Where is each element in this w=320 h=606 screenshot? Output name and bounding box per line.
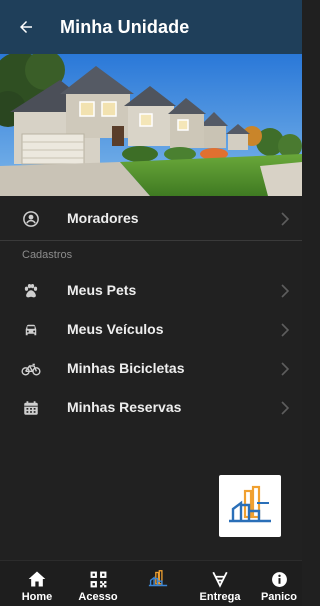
home-icon (27, 568, 47, 590)
menu-item-residents[interactable]: Moradores (0, 199, 302, 238)
menu-item-label: Minhas Reservas (67, 399, 182, 415)
menu-item-label: Minhas Bicicletas (67, 360, 185, 376)
menu-item-label: Moradores (67, 210, 139, 226)
divider (0, 240, 302, 241)
nav-access[interactable]: Acesso (73, 561, 123, 606)
app-logo[interactable] (219, 475, 281, 537)
chevron-right-icon (281, 323, 290, 337)
chevron-right-icon (281, 401, 290, 415)
nav-label: Panico (260, 591, 298, 603)
section-title: Cadastros (22, 249, 73, 261)
delivery-icon (211, 568, 229, 590)
nav-label: Home (21, 591, 53, 603)
building-logo-icon (148, 568, 168, 590)
nav-delivery[interactable]: Entrega (192, 561, 248, 606)
app-bar: Minha Unidade (0, 0, 302, 54)
nav-center-logo[interactable] (140, 561, 176, 606)
calendar-icon (20, 397, 42, 419)
page-title: Minha Unidade (60, 16, 190, 37)
qr-code-icon (89, 568, 108, 590)
menu-item-label: Meus Pets (67, 282, 137, 298)
back-button[interactable] (0, 0, 52, 54)
bottom-navigation: Home Acesso Entrega Panico (0, 560, 302, 606)
chevron-right-icon (281, 362, 290, 376)
paw-icon (20, 280, 42, 302)
building-logo-icon (229, 485, 271, 523)
car-icon (20, 319, 42, 341)
nav-panic[interactable]: Panico (256, 561, 302, 606)
bicycle-icon (20, 358, 42, 380)
app-screen: Minha Unidade Moradores Cadastros Meus P… (0, 0, 302, 606)
chevron-right-icon (281, 284, 290, 298)
menu-item-pets[interactable]: Meus Pets (0, 271, 302, 310)
arrow-left-icon (20, 21, 32, 33)
menu-item-vehicles[interactable]: Meus Veículos (0, 310, 302, 349)
menu-item-label: Meus Veículos (67, 321, 164, 337)
menu-item-reservations[interactable]: Minhas Reservas (0, 388, 302, 427)
nav-home[interactable]: Home (12, 561, 62, 606)
nav-label: Entrega (199, 591, 241, 603)
unit-photo (0, 54, 302, 196)
user-circle-icon (20, 208, 42, 230)
chevron-right-icon (281, 212, 290, 226)
menu-item-bicycles[interactable]: Minhas Bicicletas (0, 349, 302, 388)
alert-info-icon (271, 568, 288, 590)
nav-label: Acesso (78, 591, 118, 603)
